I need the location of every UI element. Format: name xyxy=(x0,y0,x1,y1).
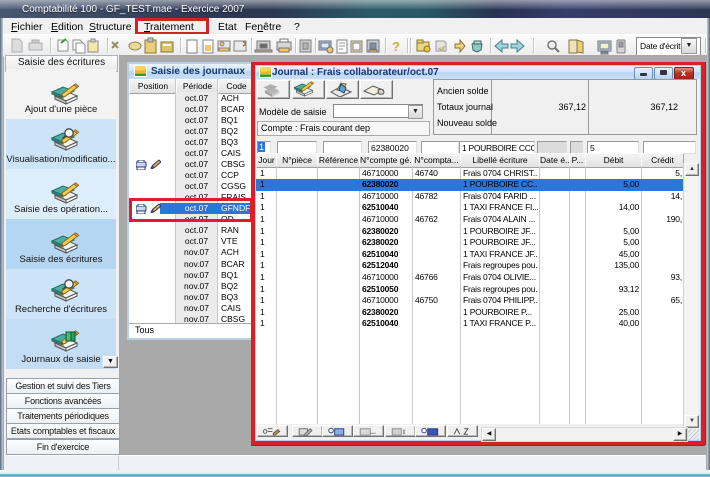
svg-text:?: ? xyxy=(392,39,400,54)
